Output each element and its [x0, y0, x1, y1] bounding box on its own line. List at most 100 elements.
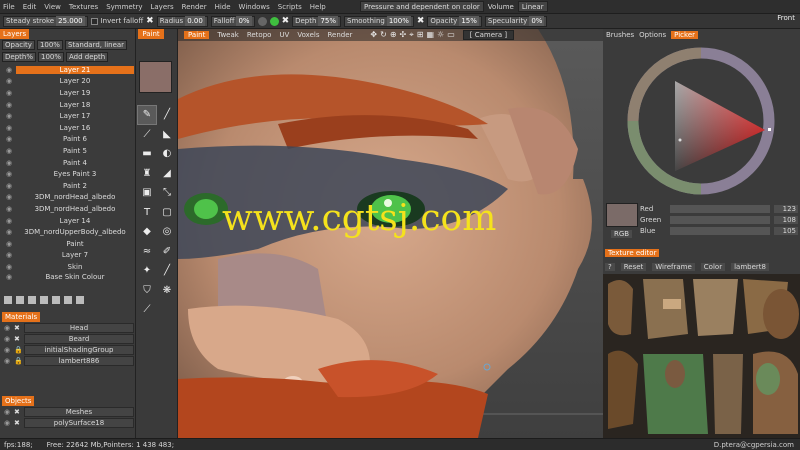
- camera-select[interactable]: [ Camera ]: [462, 30, 515, 40]
- specularity-field[interactable]: Specularity 0%: [484, 15, 548, 27]
- objects-panel-title[interactable]: Objects: [2, 396, 35, 406]
- green-slider[interactable]: [670, 215, 770, 224]
- layers-panel-title[interactable]: Layers: [0, 29, 30, 39]
- fill-tool-icon[interactable]: ▬: [137, 144, 157, 164]
- menu-render[interactable]: Render: [182, 3, 207, 11]
- smudge-tool-icon[interactable]: ◢: [157, 164, 177, 184]
- close-icon[interactable]: ✖: [146, 16, 154, 26]
- layer-row[interactable]: ◉ Skin: [2, 261, 134, 273]
- pan-icon[interactable]: ✣: [400, 30, 407, 40]
- menu-edit[interactable]: Edit: [23, 3, 37, 11]
- eye-icon[interactable]: ◉: [2, 273, 16, 281]
- depth-field[interactable]: Depth 75%: [292, 15, 341, 27]
- eye-icon[interactable]: ◉: [2, 77, 16, 85]
- close-icon[interactable]: ✖: [14, 419, 22, 427]
- list-item[interactable]: ◉ ✖ Meshes: [2, 406, 134, 417]
- depth-off-icon[interactable]: [257, 16, 267, 26]
- clone-tool-icon[interactable]: ▣: [137, 183, 157, 203]
- layer-row[interactable]: ◉ Layer 19: [2, 87, 134, 99]
- layer-row[interactable]: ◉ Eyes Paint 3: [2, 168, 134, 180]
- layer-row[interactable]: ◉ Paint 4: [2, 157, 134, 169]
- close-icon[interactable]: ✖: [14, 408, 22, 416]
- close-icon[interactable]: ✖: [14, 335, 22, 343]
- menu-textures[interactable]: Textures: [69, 3, 98, 11]
- menu-help[interactable]: Help: [310, 3, 326, 11]
- smoothing-value[interactable]: 100%: [386, 16, 411, 26]
- eye-icon[interactable]: ◉: [4, 408, 12, 416]
- list-item[interactable]: ◉ ✖ Head: [2, 322, 134, 333]
- texture-editor-title[interactable]: Texture editor: [605, 249, 660, 257]
- pencil-tool-icon[interactable]: ✐: [157, 242, 177, 262]
- layer-row[interactable]: ◉ Paint 6: [2, 134, 134, 146]
- layer-mask-icon[interactable]: [28, 296, 36, 304]
- copy-layer-icon[interactable]: [16, 296, 24, 304]
- layer-row[interactable]: ◉ Layer 20: [2, 76, 134, 88]
- eye-icon[interactable]: ◉: [2, 89, 16, 97]
- rect-tool-icon[interactable]: ▢: [157, 203, 177, 223]
- layer-row[interactable]: ◉ Layer 18: [2, 99, 134, 111]
- eye-icon[interactable]: ◉: [2, 135, 16, 143]
- green-value[interactable]: 108: [774, 215, 798, 224]
- eye-icon[interactable]: ◉: [2, 193, 16, 201]
- list-item[interactable]: ◉ 🔒 lambert886: [2, 355, 134, 366]
- material-select[interactable]: lambert8: [731, 262, 769, 271]
- primary-color-swatch[interactable]: [139, 61, 172, 93]
- blend-mode-select[interactable]: Standard, linear: [64, 40, 128, 50]
- eye-tool-icon[interactable]: ◎: [157, 222, 177, 242]
- tab-paint[interactable]: Paint: [184, 31, 210, 39]
- eye-icon[interactable]: ◉: [2, 147, 16, 155]
- pen-tool-icon[interactable]: ╱: [157, 105, 177, 125]
- grid-icon[interactable]: ▦: [426, 30, 434, 40]
- lock-icon[interactable]: 🔒: [14, 357, 23, 365]
- eye-icon[interactable]: ◉: [4, 335, 12, 343]
- layer-row[interactable]: ◉ Layer 16: [2, 122, 134, 134]
- opacity-value[interactable]: 15%: [459, 16, 479, 26]
- tab-tweak[interactable]: Tweak: [217, 31, 239, 39]
- tab-voxels[interactable]: Voxels: [297, 31, 319, 39]
- tab-render[interactable]: Render: [328, 31, 353, 39]
- tab-picker[interactable]: Picker: [671, 30, 699, 39]
- magic-wand-icon[interactable]: ✦: [137, 261, 157, 281]
- brush-tool-icon[interactable]: ✎: [137, 105, 157, 125]
- menu-symmetry[interactable]: Symmetry: [106, 3, 142, 11]
- rotate-icon[interactable]: ↻: [380, 30, 387, 40]
- text-tool-icon[interactable]: T: [137, 203, 157, 223]
- eyedropper-tool-icon[interactable]: ⟋: [137, 300, 157, 320]
- specularity-value[interactable]: 0%: [529, 16, 545, 26]
- eye-icon[interactable]: ◉: [2, 182, 16, 190]
- depth-mode-select[interactable]: Add depth: [66, 52, 109, 62]
- invert-falloff-checkbox[interactable]: [90, 17, 98, 25]
- delete-layer-icon[interactable]: [76, 296, 84, 304]
- fit-icon[interactable]: ⊞: [417, 30, 424, 40]
- opacity-field[interactable]: Opacity 15%: [427, 15, 482, 27]
- layer-folder-icon[interactable]: [40, 296, 48, 304]
- new-layer-icon[interactable]: [4, 296, 12, 304]
- layer-row[interactable]: ◉ Layer 21: [2, 64, 134, 76]
- materials-panel-title[interactable]: Materials: [2, 312, 41, 322]
- frame-icon[interactable]: ⌖: [409, 30, 414, 40]
- radius-field[interactable]: Radius 0.00: [156, 15, 208, 27]
- steady-stroke-field[interactable]: Steady stroke 25.000: [3, 15, 88, 27]
- eye-icon[interactable]: ◉: [4, 346, 12, 354]
- texture-editor-canvas[interactable]: [603, 274, 800, 438]
- wireframe-toggle[interactable]: Wireframe: [652, 262, 695, 271]
- eye-icon[interactable]: ◉: [4, 324, 12, 332]
- steady-stroke-value[interactable]: 25.000: [56, 16, 85, 26]
- lock-icon[interactable]: 🔒: [14, 346, 23, 354]
- tab-uv[interactable]: UV: [279, 31, 289, 39]
- layer-row[interactable]: ◉ Paint 2: [2, 180, 134, 192]
- eye-icon[interactable]: ◉: [2, 217, 16, 225]
- blur-tool-icon[interactable]: ◆: [137, 222, 157, 242]
- move-icon[interactable]: ✥: [370, 30, 377, 40]
- eye-icon[interactable]: ◉: [2, 205, 16, 213]
- zoom-icon[interactable]: ⊕: [390, 30, 397, 40]
- smoothing-field[interactable]: Smoothing 100%: [344, 15, 414, 27]
- bucket-tool-icon[interactable]: ⛉: [137, 281, 157, 301]
- blue-slider-row[interactable]: Blue 105: [606, 225, 798, 236]
- blue-slider[interactable]: [670, 226, 770, 235]
- tab-retopo[interactable]: Retopo: [247, 31, 272, 39]
- list-item[interactable]: ◉ ✖ Beard: [2, 333, 134, 344]
- layer-opacity-value[interactable]: 100%: [36, 40, 63, 50]
- color-picker-wheel[interactable]: [603, 41, 800, 201]
- stamp-tool-icon[interactable]: ♜: [137, 164, 157, 184]
